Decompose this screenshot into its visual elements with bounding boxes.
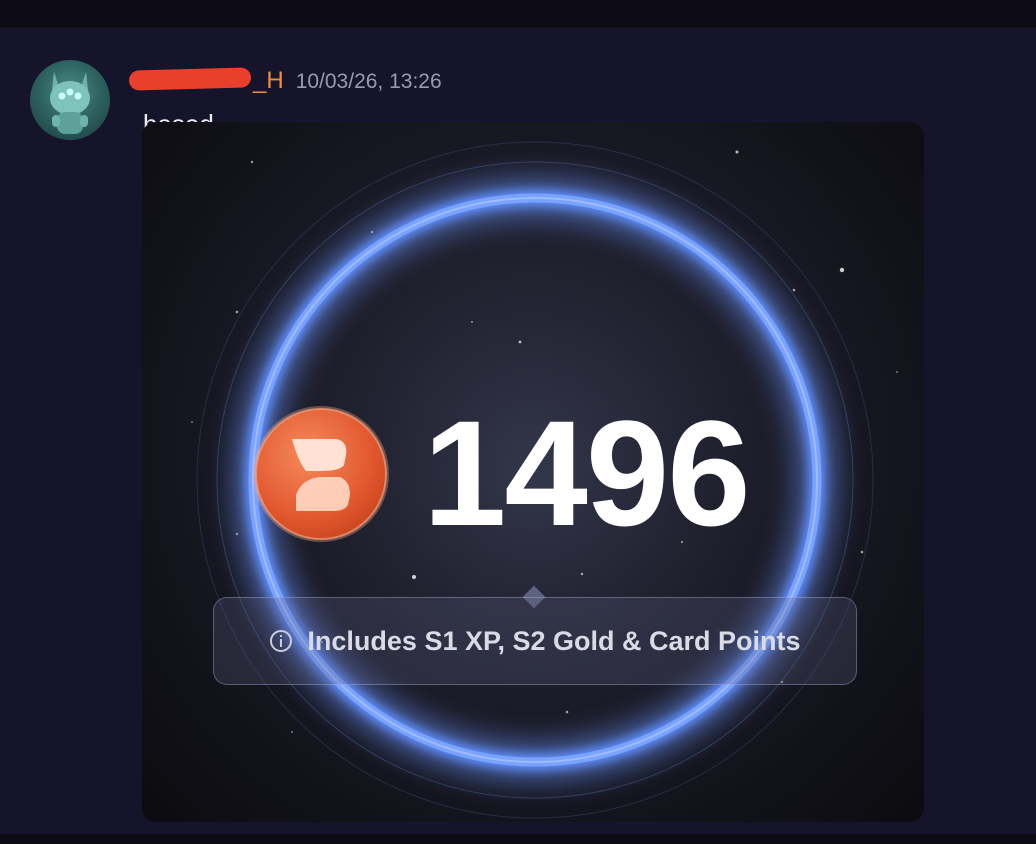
avatar[interactable]: [30, 60, 110, 140]
info-pill: Includes S1 XP, S2 Gold & Card Points: [213, 597, 857, 685]
message-timestamp: 10/03/26, 13:26: [295, 70, 442, 93]
info-icon: [270, 630, 293, 652]
info-text: Includes S1 XP, S2 Gold & Card Points: [307, 625, 801, 656]
bottom-divider: [0, 834, 1036, 844]
image-attachment[interactable]: 1496 Includes S1 XP, S2 Gold & Card Poin…: [142, 122, 924, 822]
score-value: 1496: [423, 389, 751, 557]
b-logo-coin-icon: [253, 406, 389, 542]
message-header: _H 10/03/26, 13:26: [128, 67, 442, 95]
username[interactable]: _H: [128, 67, 284, 95]
top-divider: [0, 0, 1036, 27]
